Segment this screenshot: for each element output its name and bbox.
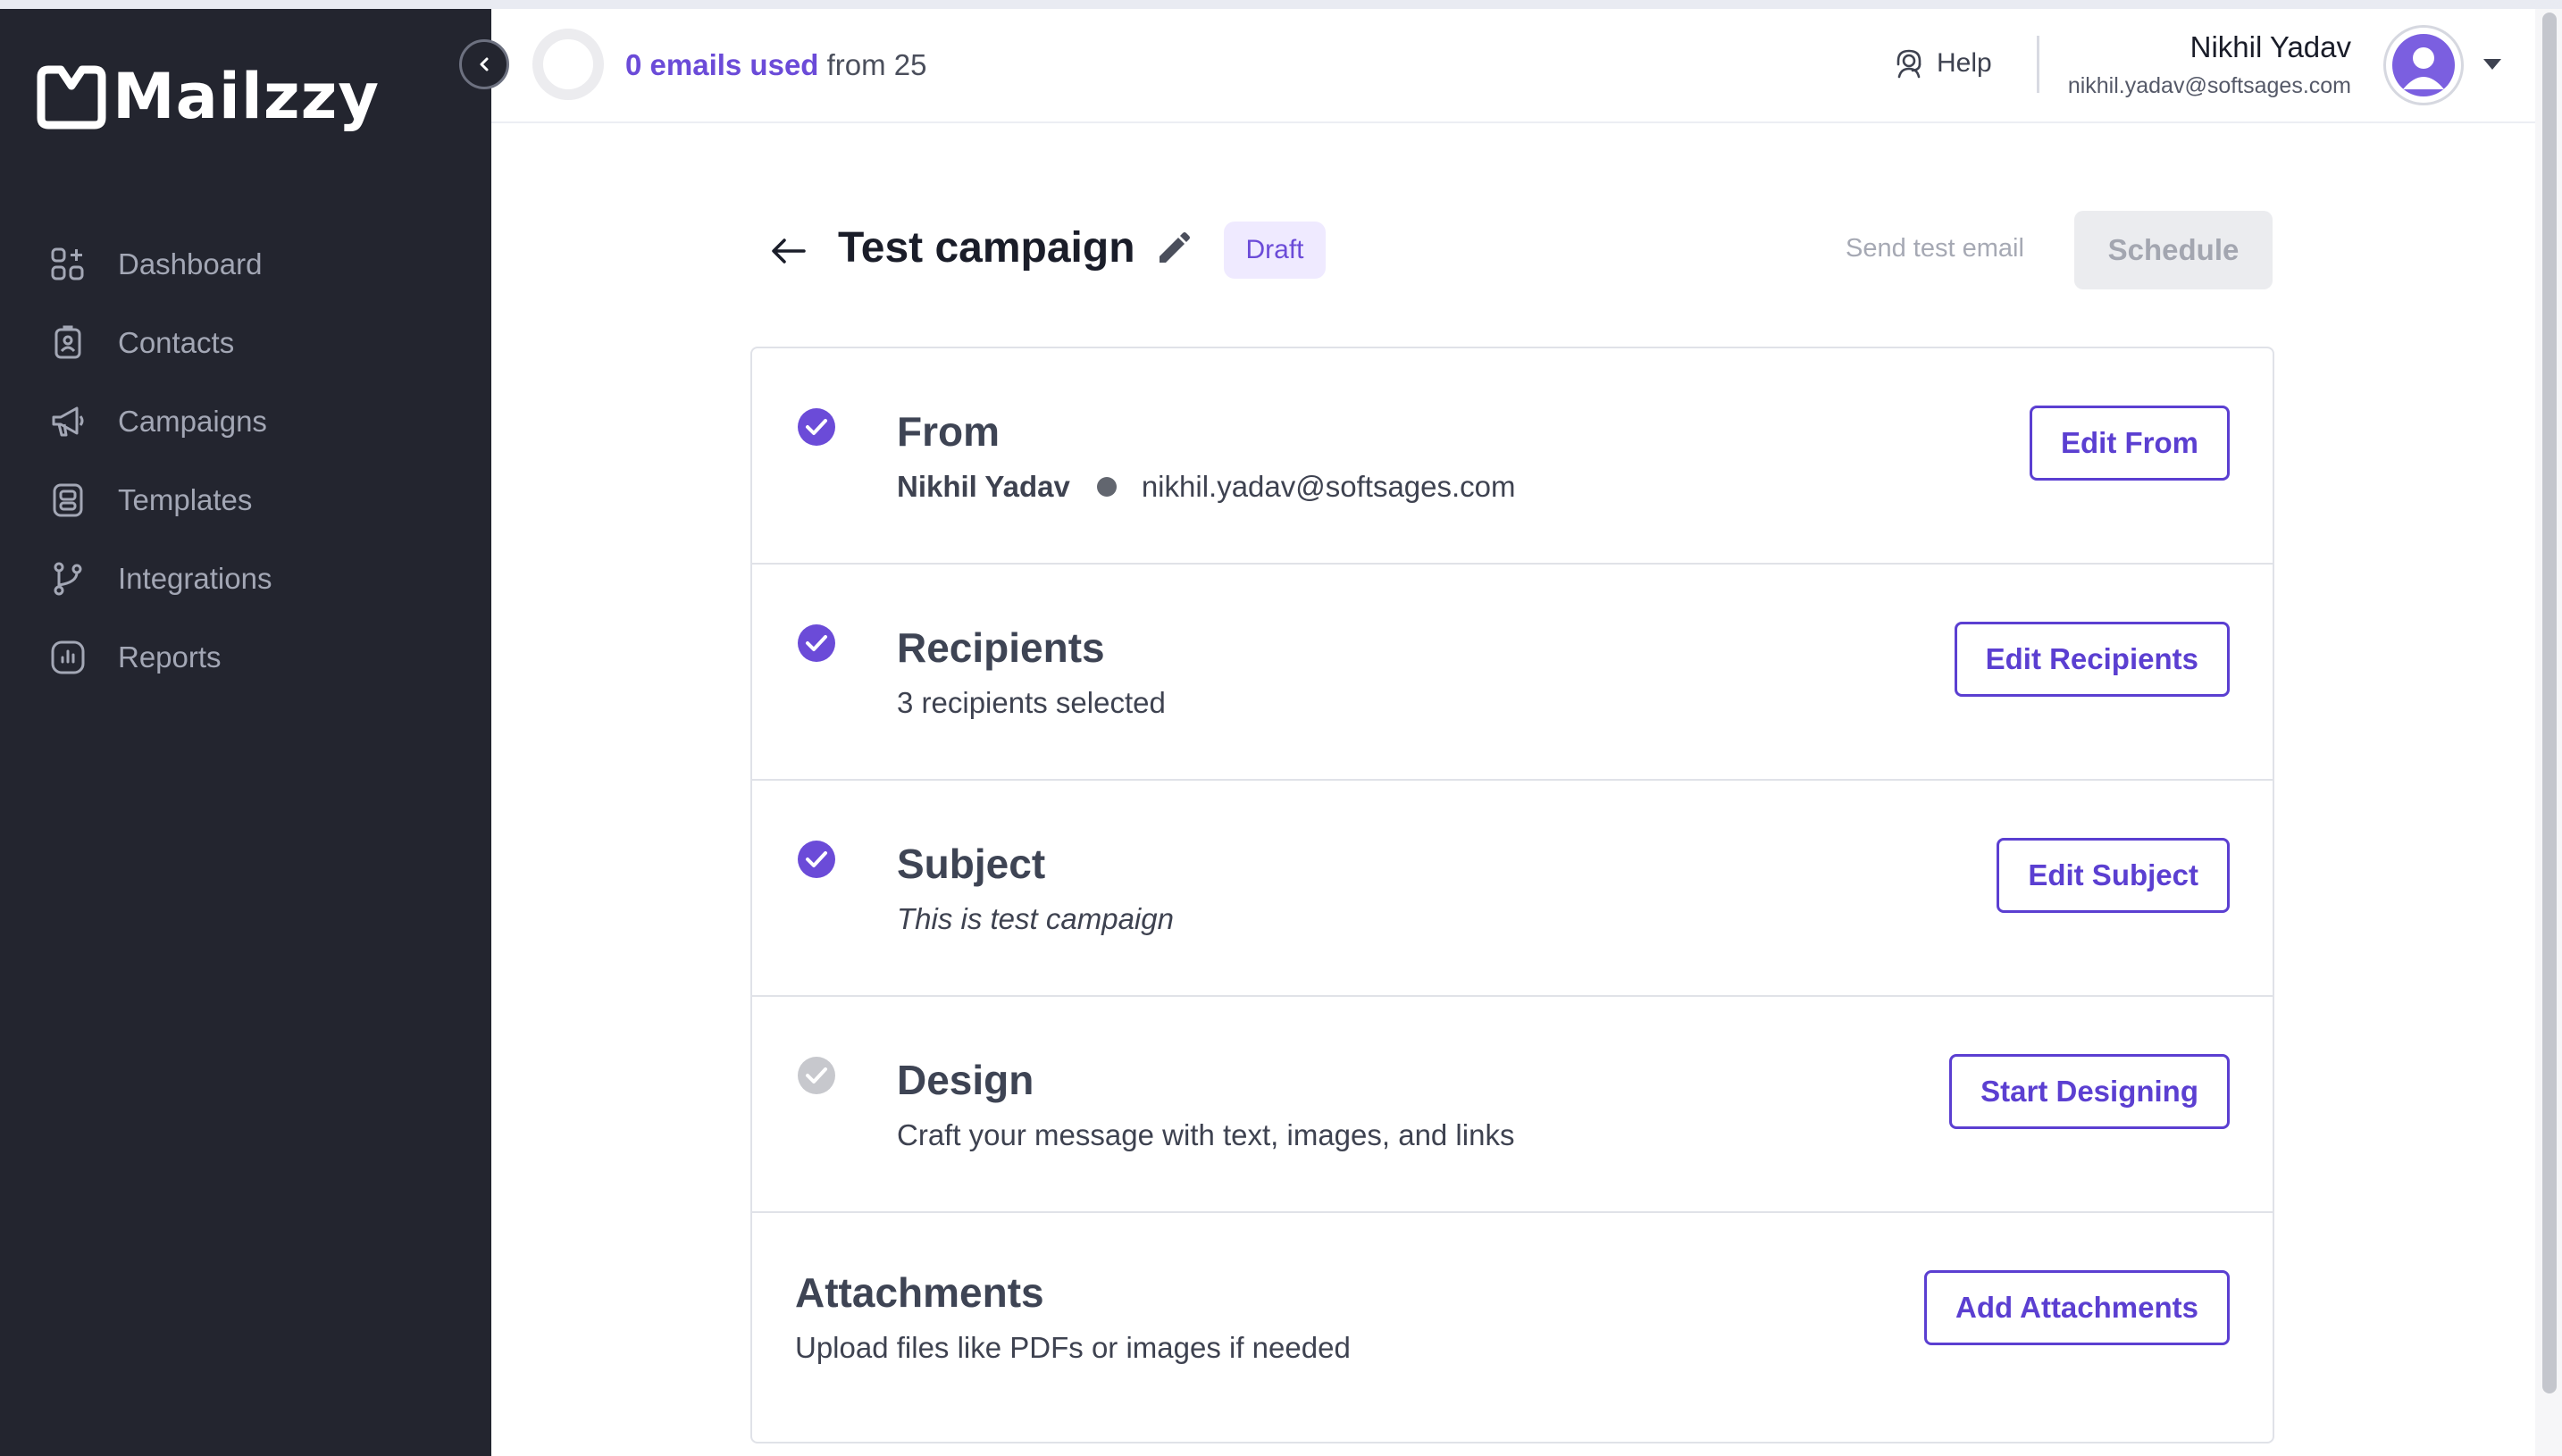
reports-icon <box>50 640 86 675</box>
emails-used-count: 0 emails used <box>625 48 819 81</box>
campaign-title: Test campaign <box>838 224 1135 272</box>
sidebar-item-label: Contacts <box>118 326 235 359</box>
edit-recipients-button[interactable]: Edit Recipients <box>1954 622 2230 697</box>
help-button[interactable]: Help <box>1890 45 1992 82</box>
from-title: From <box>897 408 1000 455</box>
sidebar-item-label: Campaigns <box>118 405 267 438</box>
status-badge: Draft <box>1224 222 1326 279</box>
megaphone-icon <box>50 404 86 439</box>
scrollbar[interactable] <box>2535 9 2562 1456</box>
subject-title: Subject <box>897 841 1046 887</box>
emails-total: from 25 <box>826 48 927 81</box>
edit-from-button[interactable]: Edit From <box>2030 406 2230 481</box>
attachments-description: Upload files like PDFs or images if need… <box>795 1331 1351 1364</box>
email-usage: 0 emails used from 25 <box>625 48 927 82</box>
check-circle-icon <box>798 408 835 446</box>
schedule-button[interactable]: Schedule <box>2074 211 2273 289</box>
subject-section: Subject This is test campaign Edit Subje… <box>752 781 2273 997</box>
sidebar-item-templates[interactable]: Templates <box>0 461 491 540</box>
start-designing-button[interactable]: Start Designing <box>1949 1054 2230 1129</box>
sidebar-item-contacts[interactable]: Contacts <box>0 304 491 382</box>
sidebar-item-dashboard[interactable]: Dashboard <box>0 225 491 304</box>
check-circle-icon <box>798 624 835 662</box>
sidebar-nav: Dashboard Contacts Campaigns Templates I… <box>0 225 491 697</box>
logo-wordmark: Mailzzy <box>113 60 380 133</box>
subject-value: This is test campaign <box>897 902 1174 935</box>
sender-name: Nikhil Yadav <box>897 470 1070 503</box>
check-circle-icon <box>798 841 835 878</box>
top-header: 0 emails used from 25 Help Nikhil Yadav … <box>491 9 2535 123</box>
user-avatar-icon <box>2392 34 2455 96</box>
dashboard-icon <box>50 247 86 282</box>
campaign-setup-card: From Nikhil Yadav nikhil.yadav@softsages… <box>750 347 2274 1443</box>
headset-help-icon <box>1896 49 1922 79</box>
scrollbar-thumb[interactable] <box>2542 13 2557 1393</box>
attachments-title: Attachments <box>795 1269 1044 1316</box>
sender-email: nikhil.yadav@softsages.com <box>1141 470 1516 503</box>
back-arrow-icon[interactable] <box>766 229 811 273</box>
branch-icon <box>50 561 86 597</box>
pencil-edit-icon[interactable] <box>1152 229 1193 270</box>
window-top-border <box>0 0 2562 9</box>
templates-icon <box>50 482 86 518</box>
add-attachments-button[interactable]: Add Attachments <box>1924 1270 2230 1345</box>
separator-dot <box>1096 477 1117 497</box>
edit-subject-button[interactable]: Edit Subject <box>1997 838 2230 913</box>
sidebar-item-label: Integrations <box>118 562 272 595</box>
user-name: Nikhil Yadav <box>2189 30 2351 63</box>
mailbox-logo-icon <box>37 65 106 130</box>
design-description: Craft your message with text, images, an… <box>897 1118 1515 1151</box>
chevron-left-icon <box>480 57 489 71</box>
sidebar-item-label: Reports <box>118 640 222 674</box>
from-details: Nikhil Yadav nikhil.yadav@softsages.com <box>897 470 1516 504</box>
sidebar-item-campaigns[interactable]: Campaigns <box>0 382 491 461</box>
collapse-sidebar-button[interactable] <box>459 39 509 89</box>
check-circle-pending-icon <box>798 1057 835 1094</box>
recipients-title: Recipients <box>897 624 1105 671</box>
design-section: Design Craft your message with text, ima… <box>752 997 2273 1213</box>
recipients-section: Recipients 3 recipients selected Edit Re… <box>752 565 2273 781</box>
user-email: nikhil.yadav@softsages.com <box>2067 73 2351 98</box>
design-title: Design <box>897 1057 1034 1103</box>
recipients-summary: 3 recipients selected <box>897 686 1166 719</box>
header-divider <box>2037 36 2039 93</box>
sidebar-item-label: Dashboard <box>118 247 263 280</box>
sidebar-item-integrations[interactable]: Integrations <box>0 540 491 618</box>
usage-progress-ring <box>532 29 604 100</box>
sidebar-item-reports[interactable]: Reports <box>0 618 491 697</box>
contacts-icon <box>50 325 86 361</box>
avatar[interactable] <box>2383 25 2464 105</box>
from-section: From Nikhil Yadav nikhil.yadav@softsages… <box>752 348 2273 565</box>
help-label: Help <box>1937 48 1992 78</box>
attachments-section: Attachments Upload files like PDFs or im… <box>752 1213 2273 1429</box>
sidebar-item-label: Templates <box>118 483 253 516</box>
send-test-email-button[interactable]: Send test email <box>1846 234 2024 264</box>
account-menu-caret-icon[interactable] <box>2483 59 2501 70</box>
logo[interactable]: Mailzzy <box>34 59 380 134</box>
sidebar: Mailzzy Dashboard Contacts Campaigns Tem… <box>0 9 491 1456</box>
